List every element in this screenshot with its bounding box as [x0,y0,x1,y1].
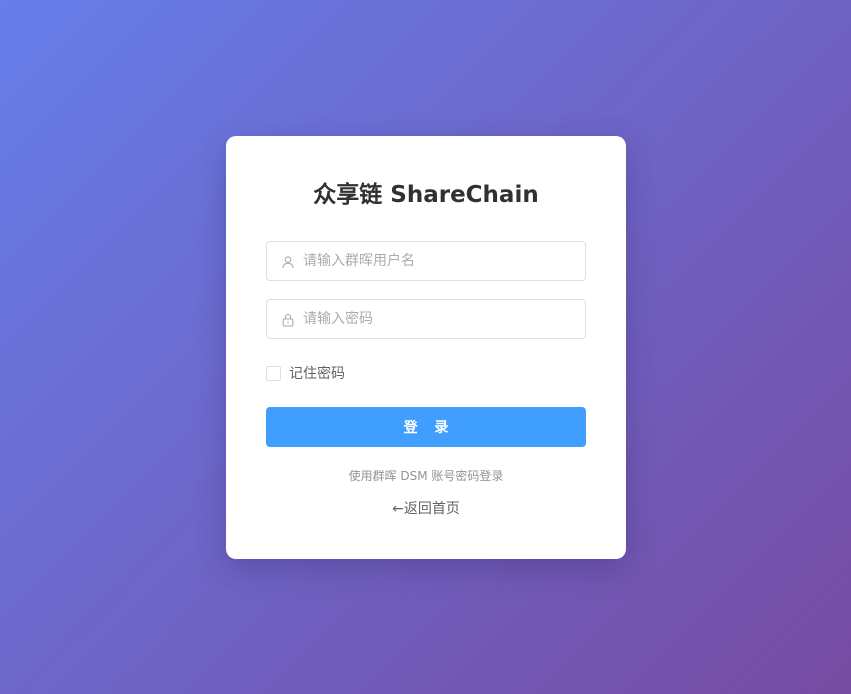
remember-label: 记住密码 [289,366,345,382]
login-button[interactable]: 登 录 [266,407,586,447]
password-field[interactable] [266,299,586,339]
user-icon [281,254,295,269]
username-field[interactable] [266,241,586,281]
back-home-label: 返回首页 [403,501,460,517]
arrow-left-icon: ← [392,501,404,517]
remember-password[interactable]: 记住密码 [266,364,345,382]
page-title: 众享链 ShareChain [313,182,539,208]
username-input[interactable] [303,242,573,280]
login-hint: 使用群晖 DSM 账号密码登录 [348,469,504,483]
password-input[interactable] [303,300,573,338]
lock-icon [281,312,295,327]
login-card: 众享链 ShareChain 记住密码 登 录 使用群晖 DSM 账号密码登录 … [226,136,626,559]
remember-checkbox[interactable] [266,365,281,381]
back-home-link[interactable]: ←返回首页 [226,499,626,519]
